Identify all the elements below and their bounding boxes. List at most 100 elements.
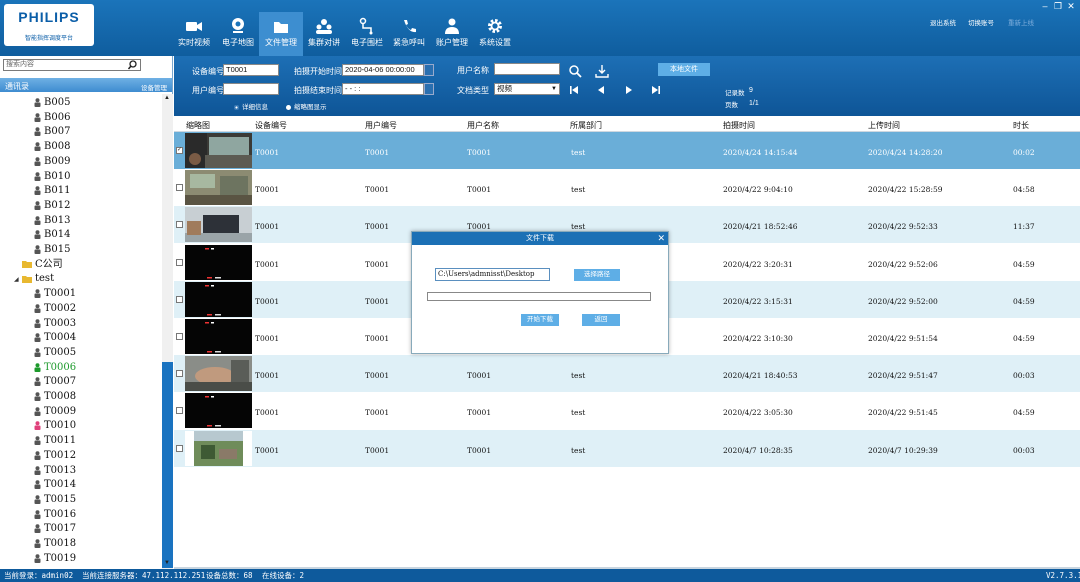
table-row[interactable]: T0001 T0001 T0001 test 2020/4/7 10:28:35 2020… — [174, 429, 1080, 467]
video-thumbnail[interactable] — [185, 319, 252, 354]
video-thumbnail[interactable] — [185, 356, 252, 392]
video-thumbnail[interactable] — [185, 393, 252, 429]
row-checkbox[interactable] — [176, 221, 183, 229]
table-row[interactable]: T0001 T0001 T0001 test 2020/4/22 9:04:10 2020… — [174, 169, 1080, 206]
view-thumbnail-radio[interactable]: 缩略图显示 — [286, 101, 327, 111]
tree-device[interactable]: T0006 — [34, 361, 76, 375]
search-input[interactable]: 搜索内容 — [3, 59, 141, 71]
tree-device[interactable]: B006 — [34, 111, 70, 125]
tree-device[interactable]: T0013 — [34, 464, 76, 478]
user-device-icon — [34, 333, 41, 343]
tree-device[interactable]: T0019 — [34, 552, 76, 566]
row-checkbox[interactable]: ✓ — [176, 147, 183, 154]
prev-page-icon[interactable] — [596, 85, 606, 95]
close-icon[interactable]: ✕ — [657, 233, 665, 244]
row-checkbox[interactable] — [176, 333, 183, 340]
doctype-select[interactable]: 视频 ▼ — [494, 83, 560, 95]
table-row[interactable]: ✓ T0001 T0001 T0001 test 2020/4/24 14:15:44 20… — [174, 132, 1080, 169]
reconnect-link[interactable]: 重新上线 — [1008, 17, 1034, 27]
row-checkbox[interactable] — [176, 370, 183, 378]
nav-account[interactable]: 账户管理 — [430, 12, 474, 54]
video-thumbnail[interactable] — [185, 170, 252, 206]
tree-device[interactable]: T0009 — [34, 405, 76, 419]
last-page-icon[interactable] — [651, 85, 661, 95]
search-icon[interactable] — [124, 59, 141, 71]
tree-device[interactable]: T0001 — [34, 287, 76, 301]
next-page-icon[interactable] — [624, 85, 634, 95]
choose-path-button[interactable]: 选择路径 — [574, 269, 620, 281]
scroll-up-icon[interactable]: ▲ — [164, 95, 170, 101]
tree-device[interactable]: B011 — [34, 184, 70, 198]
nav-file-management[interactable]: 文件管理 — [259, 12, 303, 56]
start-time-input[interactable]: 2020-04-06 00:00:00 — [342, 64, 424, 76]
first-page-icon[interactable] — [569, 85, 579, 95]
nav-group-talk[interactable]: 集群对讲 — [302, 12, 346, 54]
tree-scrollbar[interactable]: ▲ ▼ — [162, 94, 173, 569]
user-no-input[interactable] — [223, 83, 279, 95]
tree-device[interactable]: T0005 — [34, 346, 76, 360]
tree-device[interactable]: B012 — [34, 199, 70, 213]
search-icon[interactable] — [568, 64, 582, 78]
tree-device[interactable]: T0014 — [34, 478, 76, 492]
calendar-icon[interactable] — [424, 83, 434, 95]
row-checkbox[interactable] — [176, 444, 183, 452]
switch-account-link[interactable]: 切换账号 — [968, 17, 994, 27]
close-icon[interactable]: ✕ — [1065, 1, 1077, 12]
scrollbar-thumb[interactable] — [162, 362, 173, 568]
tree-device[interactable]: B015 — [34, 243, 70, 257]
video-thumbnail[interactable] — [185, 430, 252, 466]
device-no-input[interactable]: T0001 — [223, 64, 279, 76]
username-input[interactable] — [494, 63, 560, 75]
row-checkbox[interactable] — [176, 407, 183, 415]
tree-device[interactable]: B014 — [34, 228, 70, 242]
nav-emergency-call[interactable]: 紧急呼叫 — [387, 12, 431, 54]
row-checkbox[interactable] — [176, 184, 183, 192]
video-thumbnail[interactable] — [185, 133, 252, 168]
tree-device[interactable]: T0010 — [34, 419, 76, 433]
expand-toggle-icon[interactable]: ◢ — [14, 276, 19, 283]
device-management-link[interactable]: 设备管理 — [141, 82, 167, 92]
row-checkbox[interactable] — [176, 295, 183, 303]
video-thumbnail[interactable] — [185, 281, 252, 317]
tree-device[interactable]: B008 — [34, 140, 70, 154]
nav-live-video[interactable]: 实时视频 — [172, 12, 216, 54]
tree-device[interactable]: B005 — [34, 96, 70, 110]
tree-device[interactable]: T0003 — [34, 317, 76, 331]
nav-geofence[interactable]: 电子围栏 — [345, 12, 389, 54]
tree-device[interactable]: T0015 — [34, 493, 76, 507]
restore-icon[interactable]: ❐ — [1052, 1, 1064, 12]
table-row[interactable]: T0001 T0001 T0001 test 2020/4/22 3:05:30 2020… — [174, 392, 1080, 429]
download-icon[interactable] — [595, 64, 609, 78]
tree-device[interactable]: T0004 — [34, 331, 76, 345]
end-time-input[interactable]: - - : : — [342, 83, 424, 95]
video-thumbnail[interactable] — [185, 207, 252, 243]
tree-device[interactable]: T0002 — [34, 302, 76, 316]
tree-device[interactable]: T0008 — [34, 390, 76, 404]
minimize-icon[interactable]: – — [1039, 1, 1051, 11]
tree-device[interactable]: T0007 — [34, 375, 76, 389]
tree-device[interactable]: B009 — [34, 155, 70, 169]
tree-device[interactable]: T0018 — [34, 537, 76, 551]
scroll-down-icon[interactable]: ▼ — [164, 560, 170, 566]
back-button[interactable]: 返回 — [582, 314, 620, 326]
calendar-icon[interactable] — [424, 64, 434, 76]
tree-device[interactable]: B007 — [34, 125, 70, 139]
table-row[interactable]: T0001 T0001 T0001 test 2020/4/21 18:40:53 202… — [174, 355, 1080, 393]
tree-folder[interactable]: test — [22, 272, 54, 286]
start-download-button[interactable]: 开始下载 — [521, 314, 559, 326]
view-detail-radio[interactable]: 详细信息 — [234, 101, 268, 111]
tree-device[interactable]: T0012 — [34, 449, 76, 463]
tree-folder[interactable]: C公司 — [22, 258, 63, 272]
tree-device[interactable]: T0016 — [34, 508, 76, 522]
logout-link[interactable]: 退出系统 — [930, 17, 956, 27]
row-checkbox[interactable] — [176, 258, 183, 266]
tree-device[interactable]: B013 — [34, 214, 70, 228]
nav-settings[interactable]: 系统设置 — [473, 12, 517, 54]
download-path-input[interactable]: C:\Users\admnisst\Desktop — [435, 268, 550, 281]
local-file-button[interactable]: 本地文件 — [658, 63, 710, 76]
tree-device[interactable]: T0017 — [34, 522, 76, 536]
nav-map[interactable]: 电子地图 — [216, 12, 260, 54]
tree-device[interactable]: T0011 — [34, 434, 76, 448]
tree-device[interactable]: B010 — [34, 170, 70, 184]
video-thumbnail[interactable] — [185, 244, 252, 280]
